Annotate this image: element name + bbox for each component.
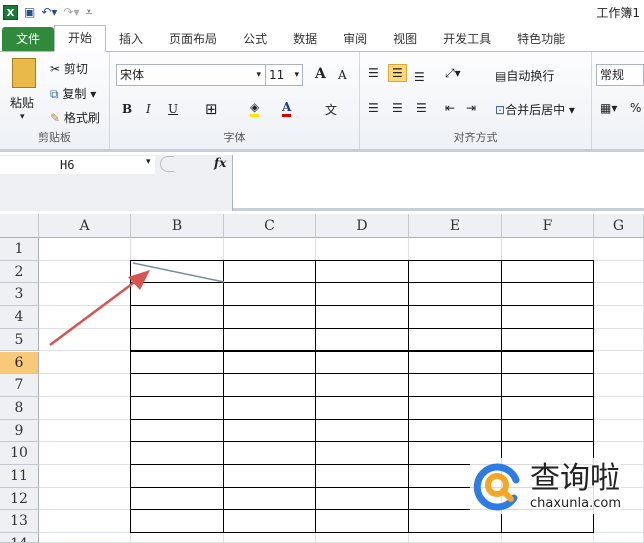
watermark: 查询啦 chaxunla.com — [470, 458, 621, 514]
watermark-brand: 查询啦 — [530, 460, 620, 496]
watermark-site: chaxunla.com — [530, 495, 621, 511]
watermark-logo-icon — [473, 463, 520, 511]
red-arrow-icon — [49, 270, 150, 347]
